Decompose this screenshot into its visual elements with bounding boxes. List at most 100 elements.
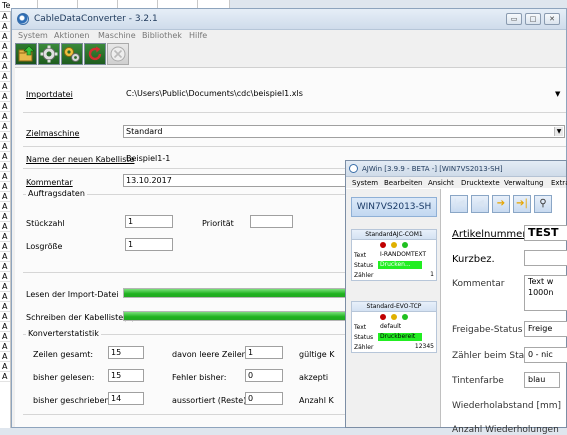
ajwin-titlebar[interactable]: AJWin [3.9.9 - BETA -] [WIN7VS2013-SH] [346, 161, 566, 177]
refresh-icon[interactable] [84, 43, 106, 65]
chevron-down-icon[interactable]: ▼ [554, 127, 563, 136]
next-record-icon[interactable]: ➔ [492, 195, 510, 213]
yellow-light-icon [391, 314, 397, 320]
minimize-button[interactable]: ▭ [506, 13, 522, 25]
prioritaet-input[interactable] [250, 215, 293, 228]
menu-bibliothek[interactable]: Bibliothek [142, 31, 182, 40]
bisher-geschrieben-label: bisher geschrieben: [33, 396, 113, 405]
aussortiert-value: 0 [245, 392, 283, 405]
anzahl-label: Anzahl K [299, 396, 334, 405]
close-button[interactable]: ✕ [544, 13, 560, 25]
device-zaehler-label: Zähler [354, 344, 374, 351]
first-record-icon[interactable]: |◀ [450, 195, 468, 213]
host-button[interactable]: WIN7VS2013-SH [351, 197, 437, 217]
device-status-label: Status [354, 334, 374, 341]
maximize-button[interactable]: □ [525, 13, 541, 25]
stueckzahl-input[interactable]: 1 [125, 215, 173, 228]
kabelliste-input[interactable]: Beispiel1-1 [123, 152, 348, 165]
ajwin-menu-extra[interactable]: Extra [551, 179, 567, 187]
folder-upload-icon[interactable] [15, 43, 37, 65]
kommentar-input[interactable]: 13.10.2017 [123, 174, 348, 187]
background-row-label: A [0, 252, 10, 262]
background-row-label: A [0, 342, 10, 352]
background-row-label: A [0, 332, 10, 342]
artikelnummer-label: Artikelnummer [452, 229, 527, 240]
background-row-label: A [0, 172, 10, 182]
background-row-label: A [0, 112, 10, 122]
ajwin-menu-bearbeiten[interactable]: Bearbeiten [384, 179, 422, 187]
status-lights [352, 240, 436, 250]
main-toolbar [15, 43, 129, 65]
importdatei-label: Importdatei [26, 90, 73, 99]
background-row-label: A [0, 12, 10, 22]
background-row-label: A [0, 312, 10, 322]
menu-aktionen[interactable]: Aktionen [54, 31, 89, 40]
background-row-label: A [0, 262, 10, 272]
background-row-label: A [0, 72, 10, 82]
chevron-down-icon[interactable]: ▼ [555, 90, 560, 98]
last-record-icon[interactable]: ➔| [513, 195, 531, 213]
ajwin-menu-drucktexte[interactable]: Drucktexte [461, 179, 500, 187]
ajwin-menubar: System Bearbeiten Ansicht Drucktexte Ver… [346, 177, 567, 188]
losgroesse-input[interactable]: 1 [125, 238, 173, 251]
previous-record-icon[interactable]: ◀ [471, 195, 489, 213]
fehler-label: Fehler bisher: [172, 373, 227, 382]
ajwin-menu-ansicht[interactable]: Ansicht [428, 179, 454, 187]
background-row-labels: AAAAAAAAAAAAAAAAAAAAAAAAAAAAAAAAAAAAA [0, 12, 11, 428]
zielmaschine-select[interactable]: Standard ▼ [123, 125, 565, 138]
background-row-label: A [0, 192, 10, 202]
background-row-label: A [0, 182, 10, 192]
freigabe-label: Freigabe-Status [452, 325, 523, 335]
menu-maschine[interactable]: Maschine [98, 31, 136, 40]
aussortiert-label: aussortiert (Reste): [172, 396, 250, 405]
ajwin-menu-system[interactable]: System [352, 179, 378, 187]
kabelliste-label: Name der neuen Kabelliste [26, 155, 135, 164]
lesen-progressbar [123, 288, 363, 298]
schreiben-progress-fill [124, 312, 362, 320]
background-row-label: A [0, 232, 10, 242]
article-panel: |◀ ◀ ➔ ➔| ⚲ Artikelnummer TEST Kurzbez. … [442, 189, 567, 435]
main-window-title: CableDataConverter - 3.2.1 [34, 14, 158, 24]
background-row-label: A [0, 142, 10, 152]
background-row-label: A [0, 282, 10, 292]
menu-hilfe[interactable]: Hilfe [189, 31, 207, 40]
device-zaehler-label: Zähler [354, 272, 374, 279]
device-text-value: I-RANDOMTEXT [380, 251, 427, 258]
background-row-label: A [0, 372, 10, 382]
search-icon[interactable]: ⚲ [534, 195, 552, 213]
auftragsdaten-title: Auftragsdaten [26, 189, 87, 198]
device-status-value: Drucken... [378, 261, 422, 269]
background-row-label: A [0, 212, 10, 222]
kurzbez-input[interactable] [524, 250, 567, 266]
device-card-0[interactable]: StandardAJC-COM1 Text I-RANDOMTEXT Status… [351, 229, 437, 281]
stueckzahl-label: Stückzahl [26, 219, 65, 228]
main-titlebar[interactable]: CableDataConverter - 3.2.1 ▭ □ ✕ [12, 9, 566, 30]
kurzbez-label: Kurzbez. [452, 254, 495, 265]
device-name: StandardAJC-COM1 [352, 230, 436, 240]
konverterstatistik-title: Konverterstatistik [26, 329, 101, 338]
gears-icon[interactable] [61, 43, 83, 65]
tintenfarbe-select[interactable]: blau [524, 372, 560, 388]
ajwin-window[interactable]: AJWin [3.9.9 - BETA -] [WIN7VS2013-SH] S… [345, 160, 567, 435]
device-zaehler-value: 12345 [414, 343, 434, 350]
prioritaet-label: Priorität [202, 219, 234, 228]
background-row-label: A [0, 32, 10, 42]
red-light-icon [380, 242, 386, 248]
ajwin-app-icon [349, 164, 358, 173]
device-zaehler-value: 1 [430, 271, 434, 278]
freigabe-select[interactable]: Freige [524, 321, 567, 337]
zaehler-start-select[interactable]: 0 - nic [524, 347, 567, 363]
artikelnummer-input[interactable]: TEST [524, 225, 567, 241]
green-light-icon [402, 242, 408, 248]
background-row-label: A [0, 62, 10, 72]
menu-system[interactable]: System [18, 31, 48, 40]
device-card-1[interactable]: Standard-EVO-TCP Text default Status Druck… [351, 301, 437, 353]
importdatei-field[interactable]: C:\Users\Public\Documents\cdc\beispiel1.… [123, 87, 567, 100]
kommentar-textarea[interactable]: Text w 1000n [524, 275, 567, 311]
zeilen-gesamt-label: Zeilen gesamt: [33, 350, 94, 359]
kommentar-label: Kommentar [452, 279, 505, 289]
ajwin-menu-verwaltung[interactable]: Verwaltung [504, 179, 543, 187]
device-text-value: default [380, 323, 402, 330]
gear-icon[interactable] [38, 43, 60, 65]
fehler-value: 0 [245, 369, 283, 382]
